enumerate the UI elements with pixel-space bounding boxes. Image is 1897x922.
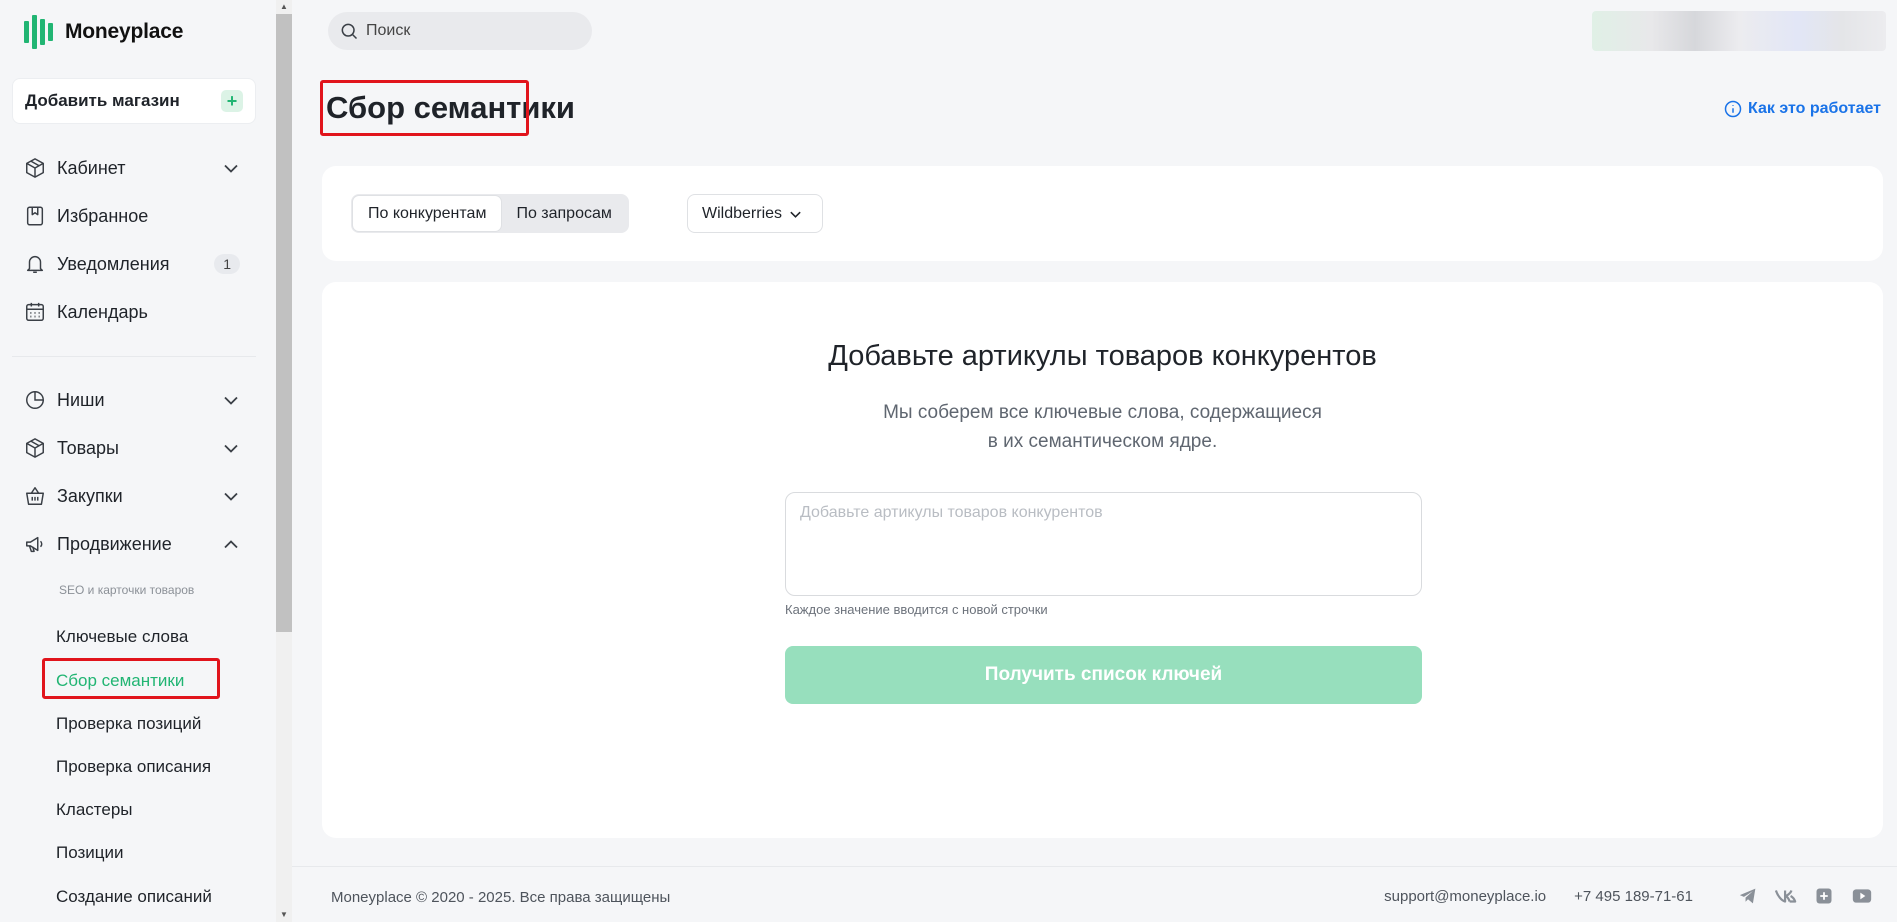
vk-icon[interactable] — [1775, 885, 1797, 907]
sidebar: Moneyplace Добавить магазин + Кабинет Из… — [0, 0, 276, 922]
support-email-link[interactable]: support@moneyplace.io — [1384, 888, 1546, 905]
sidebar-item-label: Избранное — [57, 205, 149, 226]
scroll-up-arrow-icon[interactable]: ▲ — [279, 2, 289, 12]
sidebar-item-label: Товары — [57, 437, 119, 458]
chevron-down-icon — [224, 161, 238, 175]
search-icon — [338, 20, 360, 42]
plus-icon: + — [221, 90, 243, 112]
chevron-down-icon — [224, 393, 238, 407]
pie-chart-icon — [24, 389, 46, 411]
sidebar-item-favorites[interactable]: Избранное — [12, 196, 256, 236]
textarea-hint: Каждое значение вводится с новой строчки — [785, 602, 1048, 617]
notification-count-badge: 1 — [214, 254, 240, 274]
chevron-down-icon — [224, 441, 238, 455]
page-title: Сбор семантики — [326, 90, 575, 125]
sidebar-subitem-create-descriptions[interactable]: Создание описаний — [56, 887, 212, 907]
tab-by-queries[interactable]: По запросам — [501, 196, 626, 231]
content-description-line-2: в их семантическом ядре. — [987, 431, 1218, 452]
info-icon — [1724, 100, 1742, 118]
sidebar-item-cabinet[interactable]: Кабинет — [12, 148, 256, 188]
search-bar[interactable] — [328, 12, 592, 50]
sidebar-item-products[interactable]: Товары — [12, 428, 256, 468]
content-description: Мы соберем все ключевые слова, содержащи… — [322, 398, 1883, 456]
plus-square-icon[interactable] — [1813, 885, 1835, 907]
add-store-button[interactable]: Добавить магазин + — [12, 78, 256, 124]
search-input[interactable] — [366, 22, 566, 40]
articles-textarea[interactable] — [785, 492, 1422, 596]
sidebar-subitem-keywords[interactable]: Ключевые слова — [56, 627, 188, 647]
scroll-thumb[interactable] — [276, 14, 292, 632]
marketplace-select[interactable]: Wildberries — [687, 194, 823, 233]
logo-icon — [24, 14, 53, 50]
basket-icon — [24, 485, 46, 507]
sidebar-subitem-position-check[interactable]: Проверка позиций — [56, 714, 201, 734]
bell-icon — [24, 253, 46, 275]
footer-contacts: support@moneyplace.io +7 495 189-71-61 — [1384, 885, 1873, 907]
sidebar-item-niches[interactable]: Ниши — [12, 380, 256, 420]
bookmark-icon — [24, 205, 46, 227]
sidebar-item-calendar[interactable]: Календарь — [12, 292, 256, 332]
section-caption: SEO и карточки товаров — [59, 583, 195, 597]
content-card: Добавьте артикулы товаров конкурентов Мы… — [322, 282, 1883, 838]
box-icon — [24, 157, 46, 179]
sidebar-subitem-positions[interactable]: Позиции — [56, 843, 124, 863]
sidebar-item-label: Уведомления — [57, 253, 170, 274]
main-area: Сбор семантики Как это работает По конку… — [292, 0, 1897, 922]
sidebar-subitem-description-check[interactable]: Проверка описания — [56, 757, 211, 777]
user-profile-block[interactable] — [1592, 11, 1886, 51]
chevron-down-icon — [224, 489, 238, 503]
sidebar-divider — [12, 356, 256, 357]
sidebar-item-label: Продвижение — [57, 533, 172, 554]
youtube-icon[interactable] — [1851, 885, 1873, 907]
add-store-label: Добавить магазин — [25, 91, 180, 110]
sidebar-item-purchases[interactable]: Закупки — [12, 476, 256, 516]
copyright: Moneyplace © 2020 - 2025. Все права защи… — [331, 889, 671, 906]
content-title: Добавьте артикулы товаров конкурентов — [828, 340, 1377, 372]
how-it-works-link[interactable]: Как это работает — [1724, 100, 1881, 118]
mode-tabs: По конкурентам По запросам — [351, 194, 629, 233]
sidebar-item-label: Кабинет — [57, 157, 126, 178]
get-keys-button[interactable]: Получить список ключей — [785, 646, 1422, 704]
box-icon — [24, 437, 46, 459]
sidebar-scrollbar[interactable]: ▲ ▼ — [276, 0, 292, 922]
toolbar-card: По конкурентам По запросам Wildberries — [322, 166, 1883, 261]
scroll-down-arrow-icon[interactable]: ▼ — [279, 910, 289, 920]
sidebar-subitem-clusters[interactable]: Кластеры — [56, 800, 133, 820]
phone-link[interactable]: +7 495 189-71-61 — [1574, 888, 1693, 905]
telegram-icon[interactable] — [1737, 885, 1759, 907]
sidebar-subitem-semantics[interactable]: Сбор семантики — [56, 671, 184, 691]
chevron-down-icon — [790, 205, 801, 223]
tab-by-competitors[interactable]: По конкурентам — [353, 196, 502, 231]
logo-text: Moneyplace — [65, 20, 184, 43]
chevron-up-icon — [224, 537, 238, 551]
logo[interactable]: Moneyplace — [24, 14, 183, 50]
sidebar-item-notifications[interactable]: Уведомления 1 — [12, 244, 256, 284]
marketplace-select-value: Wildberries — [702, 204, 783, 222]
sidebar-item-label: Календарь — [57, 301, 148, 322]
sidebar-item-label: Закупки — [57, 485, 123, 506]
megaphone-icon — [24, 533, 46, 555]
how-it-works-label: Как это работает — [1748, 100, 1881, 117]
footer: Moneyplace © 2020 - 2025. Все права защи… — [292, 866, 1897, 922]
calendar-icon — [24, 301, 46, 323]
sidebar-item-promotion[interactable]: Продвижение — [12, 524, 256, 564]
sidebar-item-label: Ниши — [57, 389, 105, 410]
content-description-line-1: Мы соберем все ключевые слова, содержащи… — [883, 402, 1322, 423]
